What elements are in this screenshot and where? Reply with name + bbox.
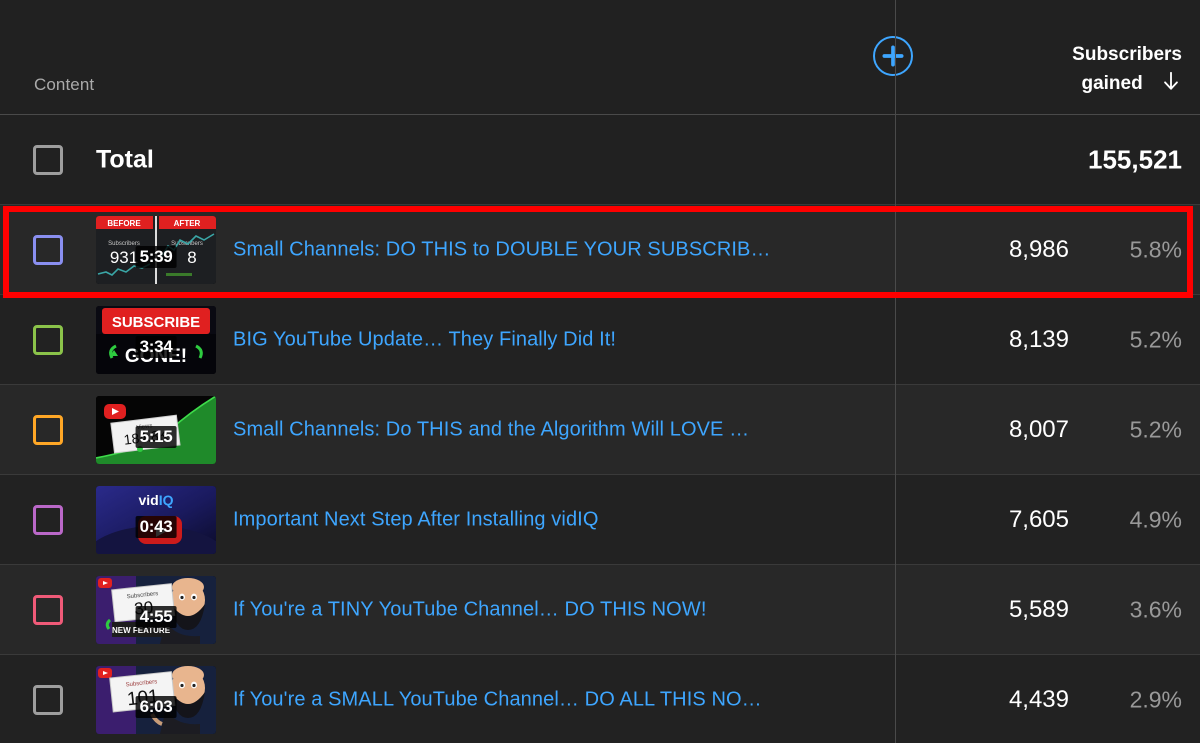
video-thumbnail[interactable]: Subscribers 101 6:03 (96, 665, 216, 734)
video-thumbnail[interactable]: Views 184.8K 5:15 (96, 395, 216, 464)
svg-text:8: 8 (187, 248, 196, 267)
row-subscribers-percent: 4.9% (1129, 506, 1182, 532)
column-header-content: Content (34, 75, 95, 94)
table-header: Content Subscribers gained (0, 0, 1200, 115)
total-subscribers-gained: 155,521 (1088, 144, 1182, 174)
row-checkbox[interactable] (33, 684, 63, 715)
row-subscribers-gained: 8,007 (1008, 415, 1069, 443)
table-row[interactable]: SUBSCRIBE GONE! 3:34 BIG YouTube Update…… (0, 295, 1200, 385)
arrow-down-icon (1160, 70, 1182, 101)
table-row[interactable]: Views 184.8K 5:15 Small Channels: Do THI… (0, 385, 1200, 475)
row-checkbox[interactable] (33, 594, 63, 625)
row-subscribers-percent: 5.2% (1129, 416, 1182, 442)
video-duration: 3:34 (135, 335, 177, 358)
row-subscribers-percent: 2.9% (1129, 686, 1182, 712)
plus-icon (882, 45, 904, 67)
add-metric-button[interactable] (873, 36, 913, 76)
analytics-content-table: Content Subscribers gained Total 155,521 (0, 0, 1200, 743)
svg-text:BEFORE: BEFORE (107, 219, 141, 228)
table-row[interactable]: Subscribers 30 NEW FEATURE 4:55 If You'r… (0, 565, 1200, 655)
row-subscribers-percent: 5.8% (1129, 236, 1182, 262)
row-checkbox-total[interactable] (33, 144, 63, 175)
video-title-link[interactable]: BIG YouTube Update… They Finally Did It! (233, 328, 878, 351)
video-thumbnail[interactable]: SUBSCRIBE GONE! 3:34 (96, 305, 216, 374)
metric-label-line1: Subscribers (1072, 44, 1182, 65)
video-title-link[interactable]: Small Channels: DO THIS to DOUBLE YOUR S… (233, 238, 878, 261)
row-checkbox[interactable] (33, 324, 63, 355)
svg-text:SUBSCRIBE: SUBSCRIBE (112, 314, 200, 331)
row-subscribers-gained: 5,589 (1008, 595, 1069, 623)
row-subscribers-gained: 7,605 (1008, 505, 1069, 533)
video-thumbnail[interactable]: vidIQ 0:43 (96, 485, 216, 554)
video-duration: 5:39 (135, 245, 177, 268)
row-subscribers-gained: 8,986 (1008, 235, 1069, 263)
svg-text:vidIQ: vidIQ (138, 492, 173, 508)
total-label: Total (96, 145, 154, 173)
video-duration: 6:03 (135, 695, 177, 718)
row-checkbox[interactable] (33, 504, 63, 535)
video-title-link[interactable]: If You're a SMALL YouTube Channel… DO AL… (233, 688, 878, 711)
table-row-total: Total 155,521 (0, 115, 1200, 205)
video-thumbnail[interactable]: Subscribers 30 NEW FEATURE 4:55 (96, 575, 216, 644)
video-duration: 5:15 (135, 425, 177, 448)
table-row[interactable]: BEFORE AFTER Subscribers Subscribers 931… (0, 205, 1200, 295)
metric-label-line2: gained (1081, 73, 1143, 94)
row-checkbox[interactable] (33, 414, 63, 445)
video-duration: 0:43 (135, 515, 177, 538)
video-title-link[interactable]: Important Next Step After Installing vid… (233, 508, 878, 531)
video-title-link[interactable]: If You're a TINY YouTube Channel… DO THI… (233, 598, 878, 621)
svg-text:931: 931 (110, 248, 138, 267)
column-header-subscribers-gained[interactable]: Subscribers gained (932, 40, 1182, 101)
row-subscribers-gained: 4,439 (1008, 685, 1069, 713)
row-checkbox[interactable] (33, 234, 63, 265)
video-duration: 4:55 (135, 605, 177, 628)
row-subscribers-gained: 8,139 (1008, 325, 1069, 353)
video-title-link[interactable]: Small Channels: Do THIS and the Algorith… (233, 418, 878, 441)
video-thumbnail[interactable]: BEFORE AFTER Subscribers Subscribers 931… (96, 215, 216, 284)
table-row[interactable]: vidIQ 0:43 Important Next Step After Ins… (0, 475, 1200, 565)
svg-text:AFTER: AFTER (174, 219, 201, 228)
row-subscribers-percent: 3.6% (1129, 596, 1182, 622)
row-subscribers-percent: 5.2% (1129, 326, 1182, 352)
table-row[interactable]: Subscribers 101 6:03 If You're a SMALL Y… (0, 655, 1200, 743)
